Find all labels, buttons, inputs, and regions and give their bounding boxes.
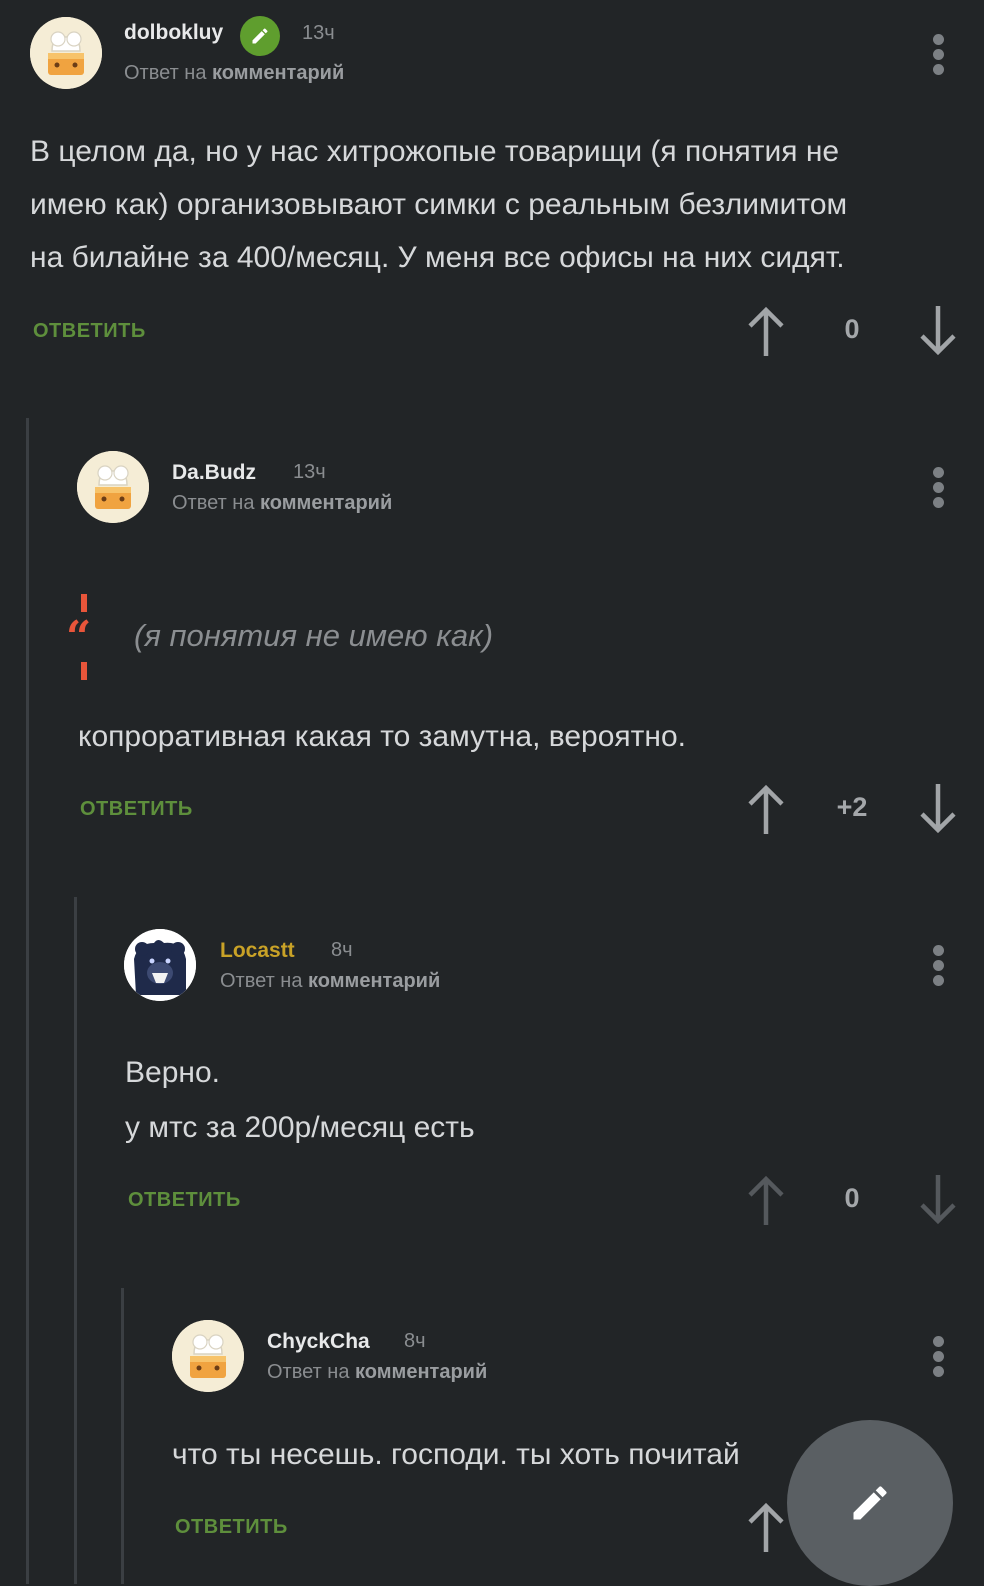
pencil-icon — [853, 1486, 887, 1520]
reply-to-label: Ответ на комментарий — [220, 970, 440, 993]
comment-menu-button[interactable] — [923, 463, 953, 511]
reply-to-link[interactable]: комментарий — [355, 1361, 487, 1383]
text-line: Верно. — [125, 1056, 220, 1089]
avatar[interactable] — [172, 1320, 244, 1392]
reply-to-prefix: Ответ на — [220, 970, 303, 992]
reply-to-link[interactable]: комментарий — [260, 492, 392, 514]
reply-button[interactable]: ОТВЕТИТЬ — [175, 1516, 288, 1539]
username[interactable]: dolbokluy — [124, 21, 223, 45]
username[interactable]: Locastt — [220, 939, 295, 963]
timestamp: 13ч — [293, 461, 326, 483]
timestamp: 8ч — [404, 1330, 426, 1352]
more-vert-icon — [932, 1336, 944, 1347]
reply-button[interactable]: ОТВЕТИТЬ — [33, 320, 146, 343]
arrow-down-icon[interactable] — [918, 782, 958, 834]
reply-button[interactable]: ОТВЕТИТЬ — [80, 798, 193, 821]
username[interactable]: Da.Budz — [172, 461, 256, 485]
text-line: В целом да, но у нас хитрожопые товарищи… — [30, 135, 840, 168]
arrow-up-icon[interactable] — [746, 1175, 786, 1227]
comment-text: В целом да, но у нас хитрожопые товарищи… — [30, 125, 847, 284]
reply-to-label: Ответ на комментарий — [267, 1361, 487, 1384]
thread-line-level-1 — [26, 418, 29, 1584]
comment-text: копроративная какая то замутна, вероятно… — [78, 710, 686, 763]
avatar[interactable] — [30, 17, 102, 89]
reply-button[interactable]: ОТВЕТИТЬ — [128, 1189, 241, 1212]
avatar[interactable] — [77, 451, 149, 523]
more-vert-icon — [932, 467, 944, 478]
timestamp: 13ч — [302, 22, 335, 44]
reply-to-label: Ответ на комментарий — [124, 62, 344, 85]
reply-to-prefix: Ответ на — [172, 492, 255, 514]
thread-line-level-3 — [121, 1288, 124, 1584]
chef-cake-avatar-icon — [30, 17, 102, 89]
comment-menu-button[interactable] — [923, 941, 953, 989]
reply-to-link[interactable]: комментарий — [212, 62, 344, 84]
vote-score: 0 — [844, 314, 860, 344]
text-line: имею как) организовывают симки с реальны… — [30, 188, 848, 221]
thread-line-level-2 — [74, 897, 77, 1584]
text-line: что ты несешь. господи. ты хоть почитай — [172, 1438, 740, 1471]
bear-avatar-icon — [124, 929, 196, 1001]
avatar[interactable] — [124, 929, 196, 1001]
arrow-down-icon[interactable] — [918, 304, 958, 356]
more-vert-icon — [932, 945, 944, 956]
editor-badge — [240, 16, 280, 56]
vote-score: 0 — [844, 1183, 860, 1213]
arrow-up-icon[interactable] — [746, 306, 786, 358]
svg-text:“: “ — [66, 612, 91, 663]
more-vert-icon — [932, 34, 944, 45]
comment-menu-button[interactable] — [923, 30, 953, 78]
reply-to-prefix: Ответ на — [267, 1361, 350, 1383]
reply-to-prefix: Ответ на — [124, 62, 207, 84]
comment-menu-button[interactable] — [923, 1332, 953, 1380]
quoted-text: (я понятия не имею как) — [134, 618, 494, 653]
vote-score: +2 — [836, 792, 868, 822]
text-line: у мтс за 200р/месяц есть — [125, 1111, 475, 1144]
pencil-icon — [252, 28, 268, 44]
timestamp: 8ч — [331, 939, 353, 961]
comment-text: Верно. у мтс за 200р/месяц есть — [125, 1046, 475, 1154]
text-line: копроративная какая то замутна, вероятно… — [78, 720, 686, 753]
chef-cake-avatar-icon — [77, 451, 149, 523]
username[interactable]: ChyckCha — [267, 1330, 370, 1354]
quote-mark-icon: “ — [66, 594, 91, 680]
write-comment-fab[interactable] — [787, 1420, 953, 1586]
arrow-up-icon[interactable] — [746, 1502, 786, 1554]
chef-cake-avatar-icon — [172, 1320, 244, 1392]
arrow-down-icon[interactable] — [918, 1173, 958, 1225]
comment-text: что ты несешь. господи. ты хоть почитай — [172, 1428, 812, 1481]
reply-to-label: Ответ на комментарий — [172, 492, 392, 515]
arrow-up-icon[interactable] — [746, 784, 786, 836]
reply-to-link[interactable]: комментарий — [308, 970, 440, 992]
text-line: на билайне за 400/месяц. У меня все офис… — [30, 241, 845, 274]
